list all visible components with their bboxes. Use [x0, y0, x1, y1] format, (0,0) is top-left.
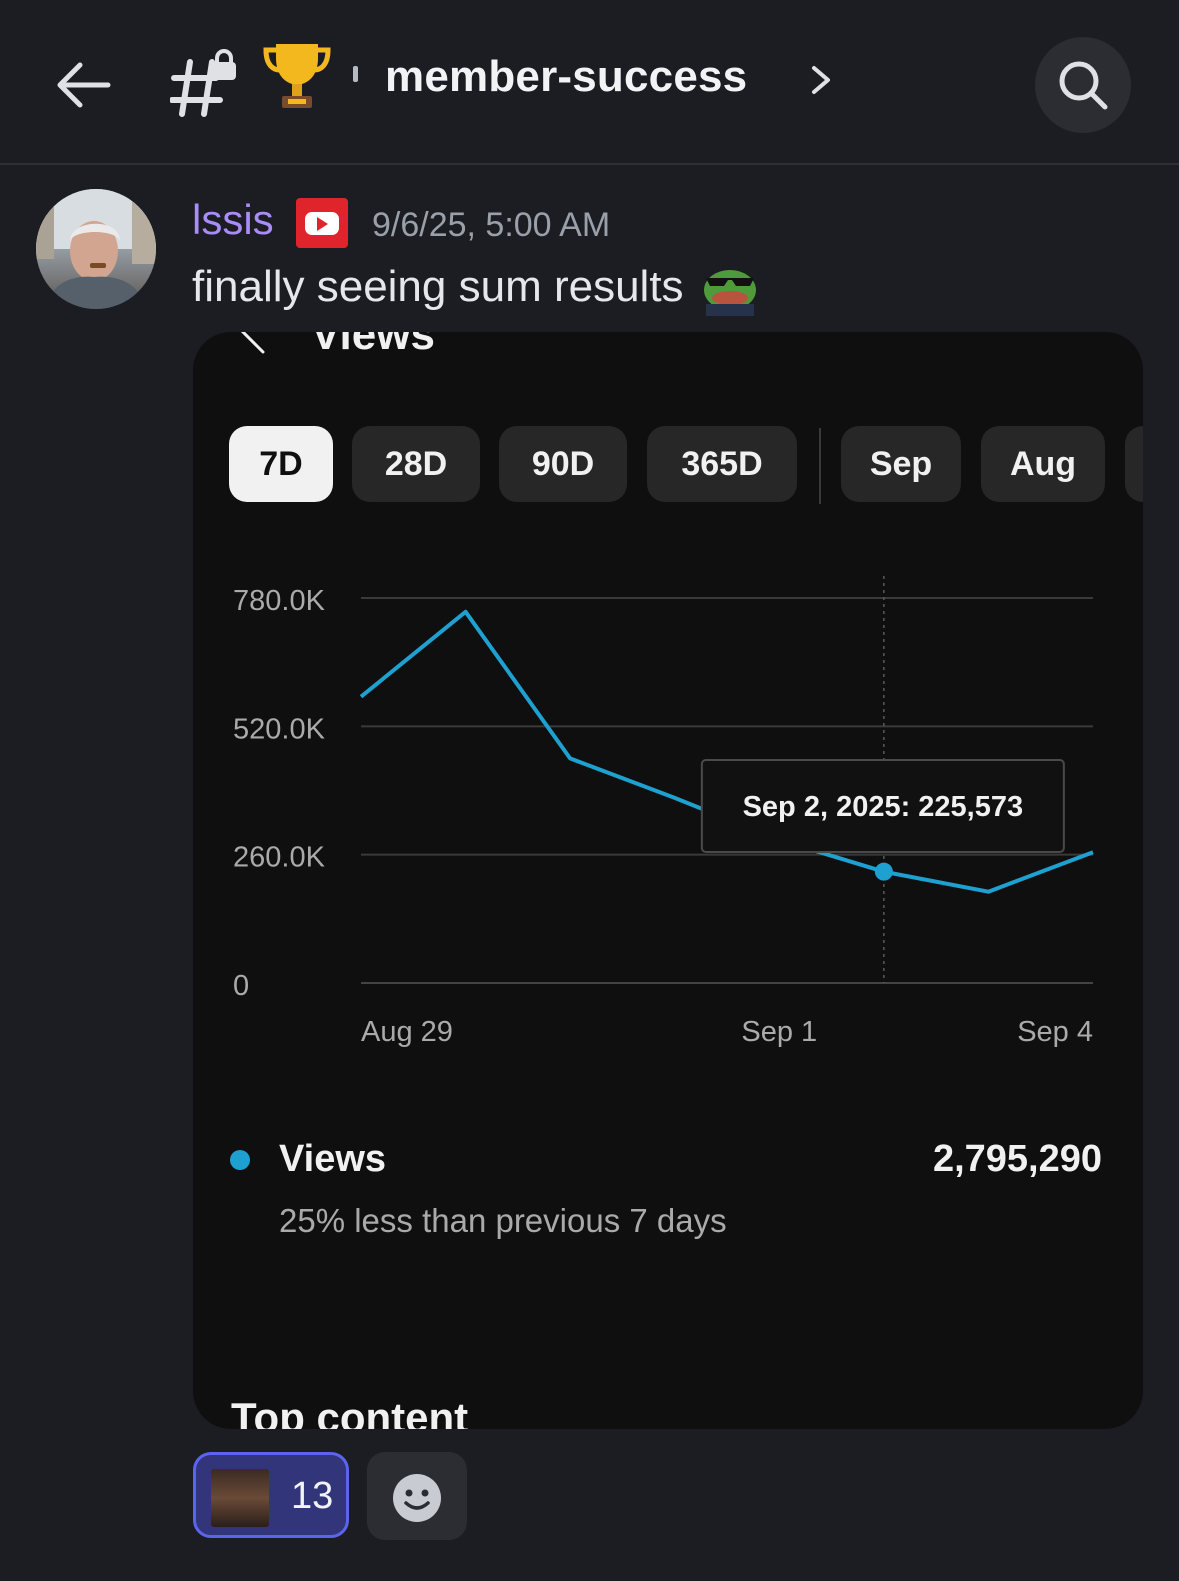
custom-emoji-reaction: [211, 1469, 269, 1527]
card-title: Views: [311, 332, 435, 359]
hovered-data-point: [874, 862, 893, 881]
y-tick-label: 520.0K: [233, 713, 326, 745]
x-tick-label: Sep 1: [741, 1016, 817, 1048]
youtube-analytics-screenshot[interactable]: Views 7D 28D 90D 365D Sep Aug 780.0K 520.…: [193, 332, 1143, 1429]
back-arrow-icon: [240, 332, 265, 354]
legend-total-value: 2,795,290: [932, 1138, 1102, 1180]
y-tick-label: 0: [233, 970, 249, 1002]
smiley-icon: [393, 1474, 441, 1522]
y-tick-label: 780.0K: [233, 585, 326, 617]
chip-aug: Aug: [981, 426, 1105, 502]
pepe-sunglasses-emoji-icon: [704, 270, 756, 316]
top-content-heading: Top content: [231, 1394, 469, 1429]
separator-mark: [353, 66, 358, 82]
youtube-role-icon: [296, 198, 348, 248]
y-tick-label: 260.0K: [233, 842, 326, 874]
chip-divider: [819, 428, 821, 504]
chip-28d: 28D: [352, 426, 480, 502]
message-timestamp: 9/6/25, 5:00 AM: [372, 206, 611, 244]
avatar[interactable]: [36, 189, 156, 309]
x-tick-label: Aug 29: [361, 1016, 453, 1048]
reaction-count: 13: [291, 1475, 334, 1517]
tooltip-text: Sep 2, 2025: 225,573: [743, 791, 1024, 823]
back-arrow-icon[interactable]: [54, 55, 114, 115]
message-text: finally seeing sum results: [192, 262, 684, 311]
locked-channel-hash-icon: [170, 49, 236, 117]
chip-partial: [1125, 426, 1143, 502]
search-button[interactable]: [1035, 37, 1131, 133]
legend-comparison: 25% less than previous 7 days: [279, 1202, 727, 1239]
reaction-pill[interactable]: 13: [193, 1452, 349, 1538]
search-icon: [1059, 61, 1108, 110]
chip-90d: 90D: [499, 426, 627, 502]
message-author[interactable]: lssis: [192, 196, 274, 244]
add-reaction-button[interactable]: [367, 1452, 467, 1540]
chevron-right-icon[interactable]: [806, 62, 836, 98]
x-tick-label: Sep 4: [1017, 1016, 1093, 1048]
trophy-icon: [263, 44, 331, 108]
channel-name[interactable]: member-success: [385, 52, 747, 102]
chip-sep: Sep: [841, 426, 961, 502]
views-line-chart: 780.0K 520.0K 260.0K 0 Aug 29 Sep 1 Sep 4 Sep 2…: [233, 576, 1094, 1048]
chip-7d: 7D: [229, 426, 333, 502]
channel-header: member-success: [0, 0, 1179, 165]
chip-365d: 365D: [647, 426, 797, 502]
legend-dot: [230, 1150, 250, 1170]
avatar-image: [36, 189, 156, 309]
legend-series-name: Views: [279, 1138, 387, 1180]
